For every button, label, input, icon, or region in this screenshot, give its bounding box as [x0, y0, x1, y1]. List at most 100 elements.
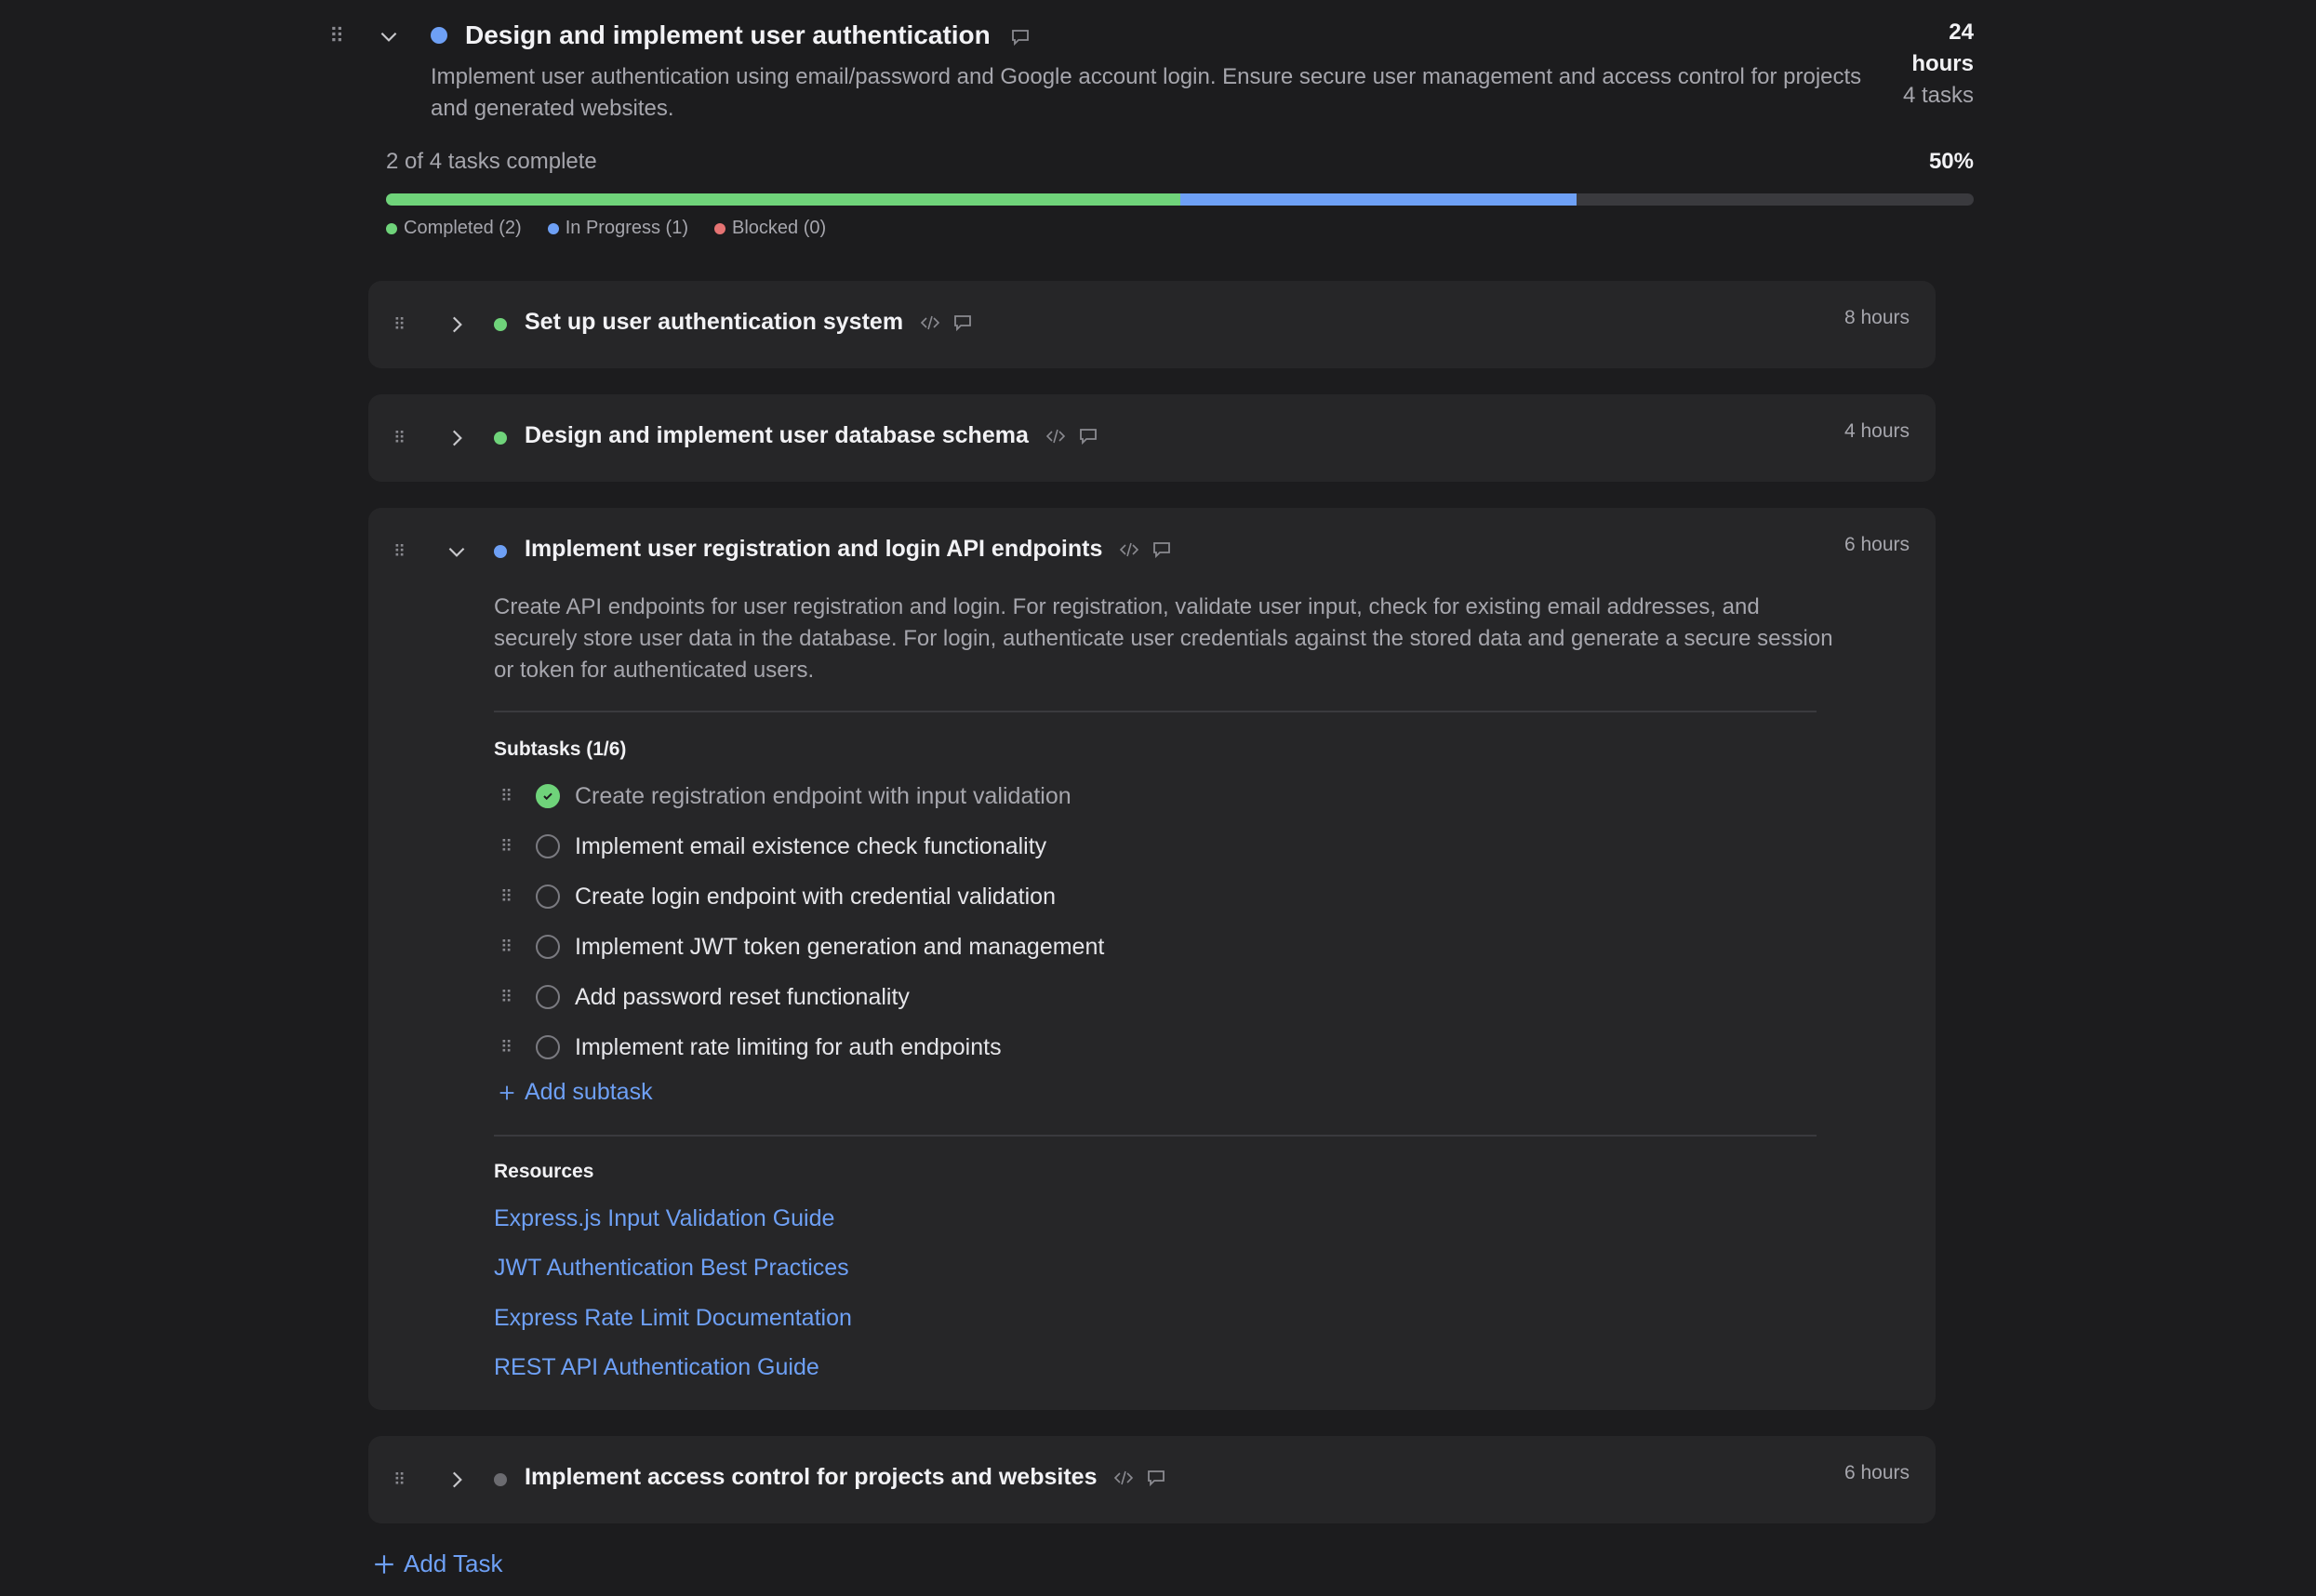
chevron-right-icon[interactable]	[443, 311, 471, 339]
comment-icon[interactable]	[1143, 1465, 1169, 1491]
plus-icon	[375, 1554, 393, 1574]
legend-dot	[713, 222, 725, 234]
chevron-down-icon[interactable]	[443, 538, 471, 565]
legend-label: In Progress (1)	[565, 218, 688, 238]
drag-handle-icon[interactable]: ⠿	[500, 787, 523, 806]
task-status-dot	[494, 1473, 507, 1486]
drag-handle-icon[interactable]: ⠿	[393, 1471, 406, 1488]
task-description: Create API endpoints for user registrati…	[494, 594, 1833, 683]
task-title-row: Implement access control for projects an…	[525, 1464, 1169, 1491]
epic-description: Implement user authentication using emai…	[431, 64, 1862, 121]
drag-handle-icon[interactable]: ⠿	[393, 430, 406, 446]
task-title: Design and implement user database schem…	[525, 422, 1029, 448]
legend-label: Completed (2)	[404, 218, 522, 238]
task-card[interactable]: ⠿ Implement access control for projects …	[368, 1436, 1936, 1523]
chevron-right-icon[interactable]	[443, 1466, 471, 1494]
code-icon[interactable]	[1111, 1465, 1137, 1491]
subtask-label: Create registration endpoint with input …	[575, 782, 1071, 809]
epic-meta: 24 hours 4 tasks	[1842, 17, 1974, 112]
progress-segment-completed	[386, 193, 1180, 206]
subtask-item: ⠿ Implement rate limiting for auth endpo…	[500, 1031, 1002, 1064]
task-status-dot	[494, 432, 507, 445]
add-subtask-button[interactable]: Add subtask	[497, 1079, 653, 1106]
divider	[494, 711, 1817, 712]
comment-icon[interactable]	[1075, 423, 1101, 449]
legend-label: Blocked (0)	[731, 218, 827, 238]
resource-link[interactable]: Express.js Input Validation Guide	[494, 1205, 834, 1232]
subtask-item: ⠿ Implement email existence check functi…	[500, 830, 1046, 863]
task-card[interactable]: ⠿ Set up user authentication system 8 ho…	[368, 281, 1936, 368]
checkbox-checked-icon[interactable]	[536, 784, 560, 808]
resource-link[interactable]: Express Rate Limit Documentation	[494, 1305, 852, 1332]
task-title: Set up user authentication system	[525, 309, 904, 335]
progress-summary-row: 2 of 4 tasks complete 50%	[386, 149, 1974, 175]
legend-in-progress: In Progress (1)	[547, 218, 688, 239]
task-hours: 4 hours	[1843, 420, 1910, 442]
comment-icon[interactable]	[1149, 537, 1175, 563]
code-icon[interactable]	[917, 310, 943, 336]
checkbox-icon[interactable]	[536, 884, 560, 909]
checkbox-icon[interactable]	[536, 985, 560, 1009]
task-title: Implement user registration and login AP…	[525, 536, 1103, 562]
resource-link[interactable]: REST API Authentication Guide	[494, 1354, 819, 1381]
checkbox-icon[interactable]	[536, 1035, 560, 1059]
epic-status-dot	[431, 27, 447, 44]
comment-icon[interactable]	[950, 310, 976, 336]
drag-handle-icon[interactable]: ⠿	[393, 316, 406, 333]
task-card[interactable]: ⠿ Design and implement user database sch…	[368, 394, 1936, 482]
epic-task-count: 4 tasks	[1902, 83, 1974, 108]
checkbox-icon[interactable]	[536, 935, 560, 959]
legend-dot	[547, 222, 559, 234]
subtask-label: Implement JWT token generation and manag…	[575, 933, 1105, 960]
subtask-item: ⠿ Implement JWT token generation and man…	[500, 930, 1104, 964]
task-title-row: Implement user registration and login AP…	[525, 536, 1175, 563]
task-card-expanded[interactable]: ⠿ Implement user registration and login …	[368, 508, 1936, 1410]
drag-handle-icon[interactable]: ⠿	[500, 887, 523, 907]
subtask-label: Create login endpoint with credential va…	[575, 883, 1056, 910]
subtask-label: Implement rate limiting for auth endpoin…	[575, 1033, 1002, 1060]
progress-bar	[386, 193, 1974, 206]
epic-title: Design and implement user authentication	[465, 20, 991, 49]
add-subtask-label: Add subtask	[525, 1079, 653, 1105]
chevron-down-icon[interactable]	[375, 22, 403, 50]
comment-icon[interactable]	[1007, 24, 1033, 50]
checkbox-icon[interactable]	[536, 834, 560, 858]
code-icon[interactable]	[1116, 537, 1142, 563]
chevron-right-icon[interactable]	[443, 424, 471, 452]
progress-percent: 50%	[1928, 149, 1974, 174]
legend-blocked: Blocked (0)	[713, 218, 827, 239]
task-hours: 8 hours	[1843, 307, 1910, 328]
subtask-item: ⠿ Add password reset functionality	[500, 980, 910, 1014]
legend-dot	[386, 222, 397, 234]
legend-completed: Completed (2)	[386, 218, 522, 239]
task-status-dot	[494, 318, 507, 331]
epic-hours-value: 24	[1949, 20, 1974, 45]
task-status-dot	[494, 545, 507, 558]
add-task-button[interactable]: Add Task	[372, 1549, 502, 1578]
epic-title-row: Design and implement user authentication	[465, 20, 1033, 50]
drag-handle-icon[interactable]: ⠿	[393, 543, 406, 560]
drag-handle-icon[interactable]: ⠿	[329, 26, 345, 47]
subtask-item: ⠿ Create registration endpoint with inpu…	[500, 779, 1071, 813]
resource-link[interactable]: JWT Authentication Best Practices	[494, 1255, 849, 1282]
epic-hours-unit: hours	[1911, 51, 1974, 76]
task-hours: 6 hours	[1843, 534, 1910, 555]
resources-header: Resources	[494, 1161, 594, 1182]
drag-handle-icon[interactable]: ⠿	[500, 938, 523, 957]
task-hours: 6 hours	[1843, 1462, 1910, 1483]
subtask-label: Implement email existence check function…	[575, 832, 1047, 859]
plus-icon	[499, 1085, 514, 1099]
drag-handle-icon[interactable]: ⠿	[500, 1038, 523, 1057]
task-title-row: Set up user authentication system	[525, 309, 976, 336]
drag-handle-icon[interactable]: ⠿	[500, 837, 523, 857]
subtask-item: ⠿ Create login endpoint with credential …	[500, 880, 1056, 913]
progress-summary: 2 of 4 tasks complete	[386, 149, 597, 174]
subtask-label: Add password reset functionality	[575, 983, 910, 1010]
divider	[494, 1135, 1817, 1137]
task-title-row: Design and implement user database schem…	[525, 422, 1101, 449]
code-icon[interactable]	[1043, 423, 1069, 449]
progress-legend: Completed (2) In Progress (1) Blocked (0…	[386, 218, 826, 239]
drag-handle-icon[interactable]: ⠿	[500, 988, 523, 1007]
task-title: Implement access control for projects an…	[525, 1464, 1098, 1490]
add-task-label: Add Task	[404, 1549, 503, 1577]
